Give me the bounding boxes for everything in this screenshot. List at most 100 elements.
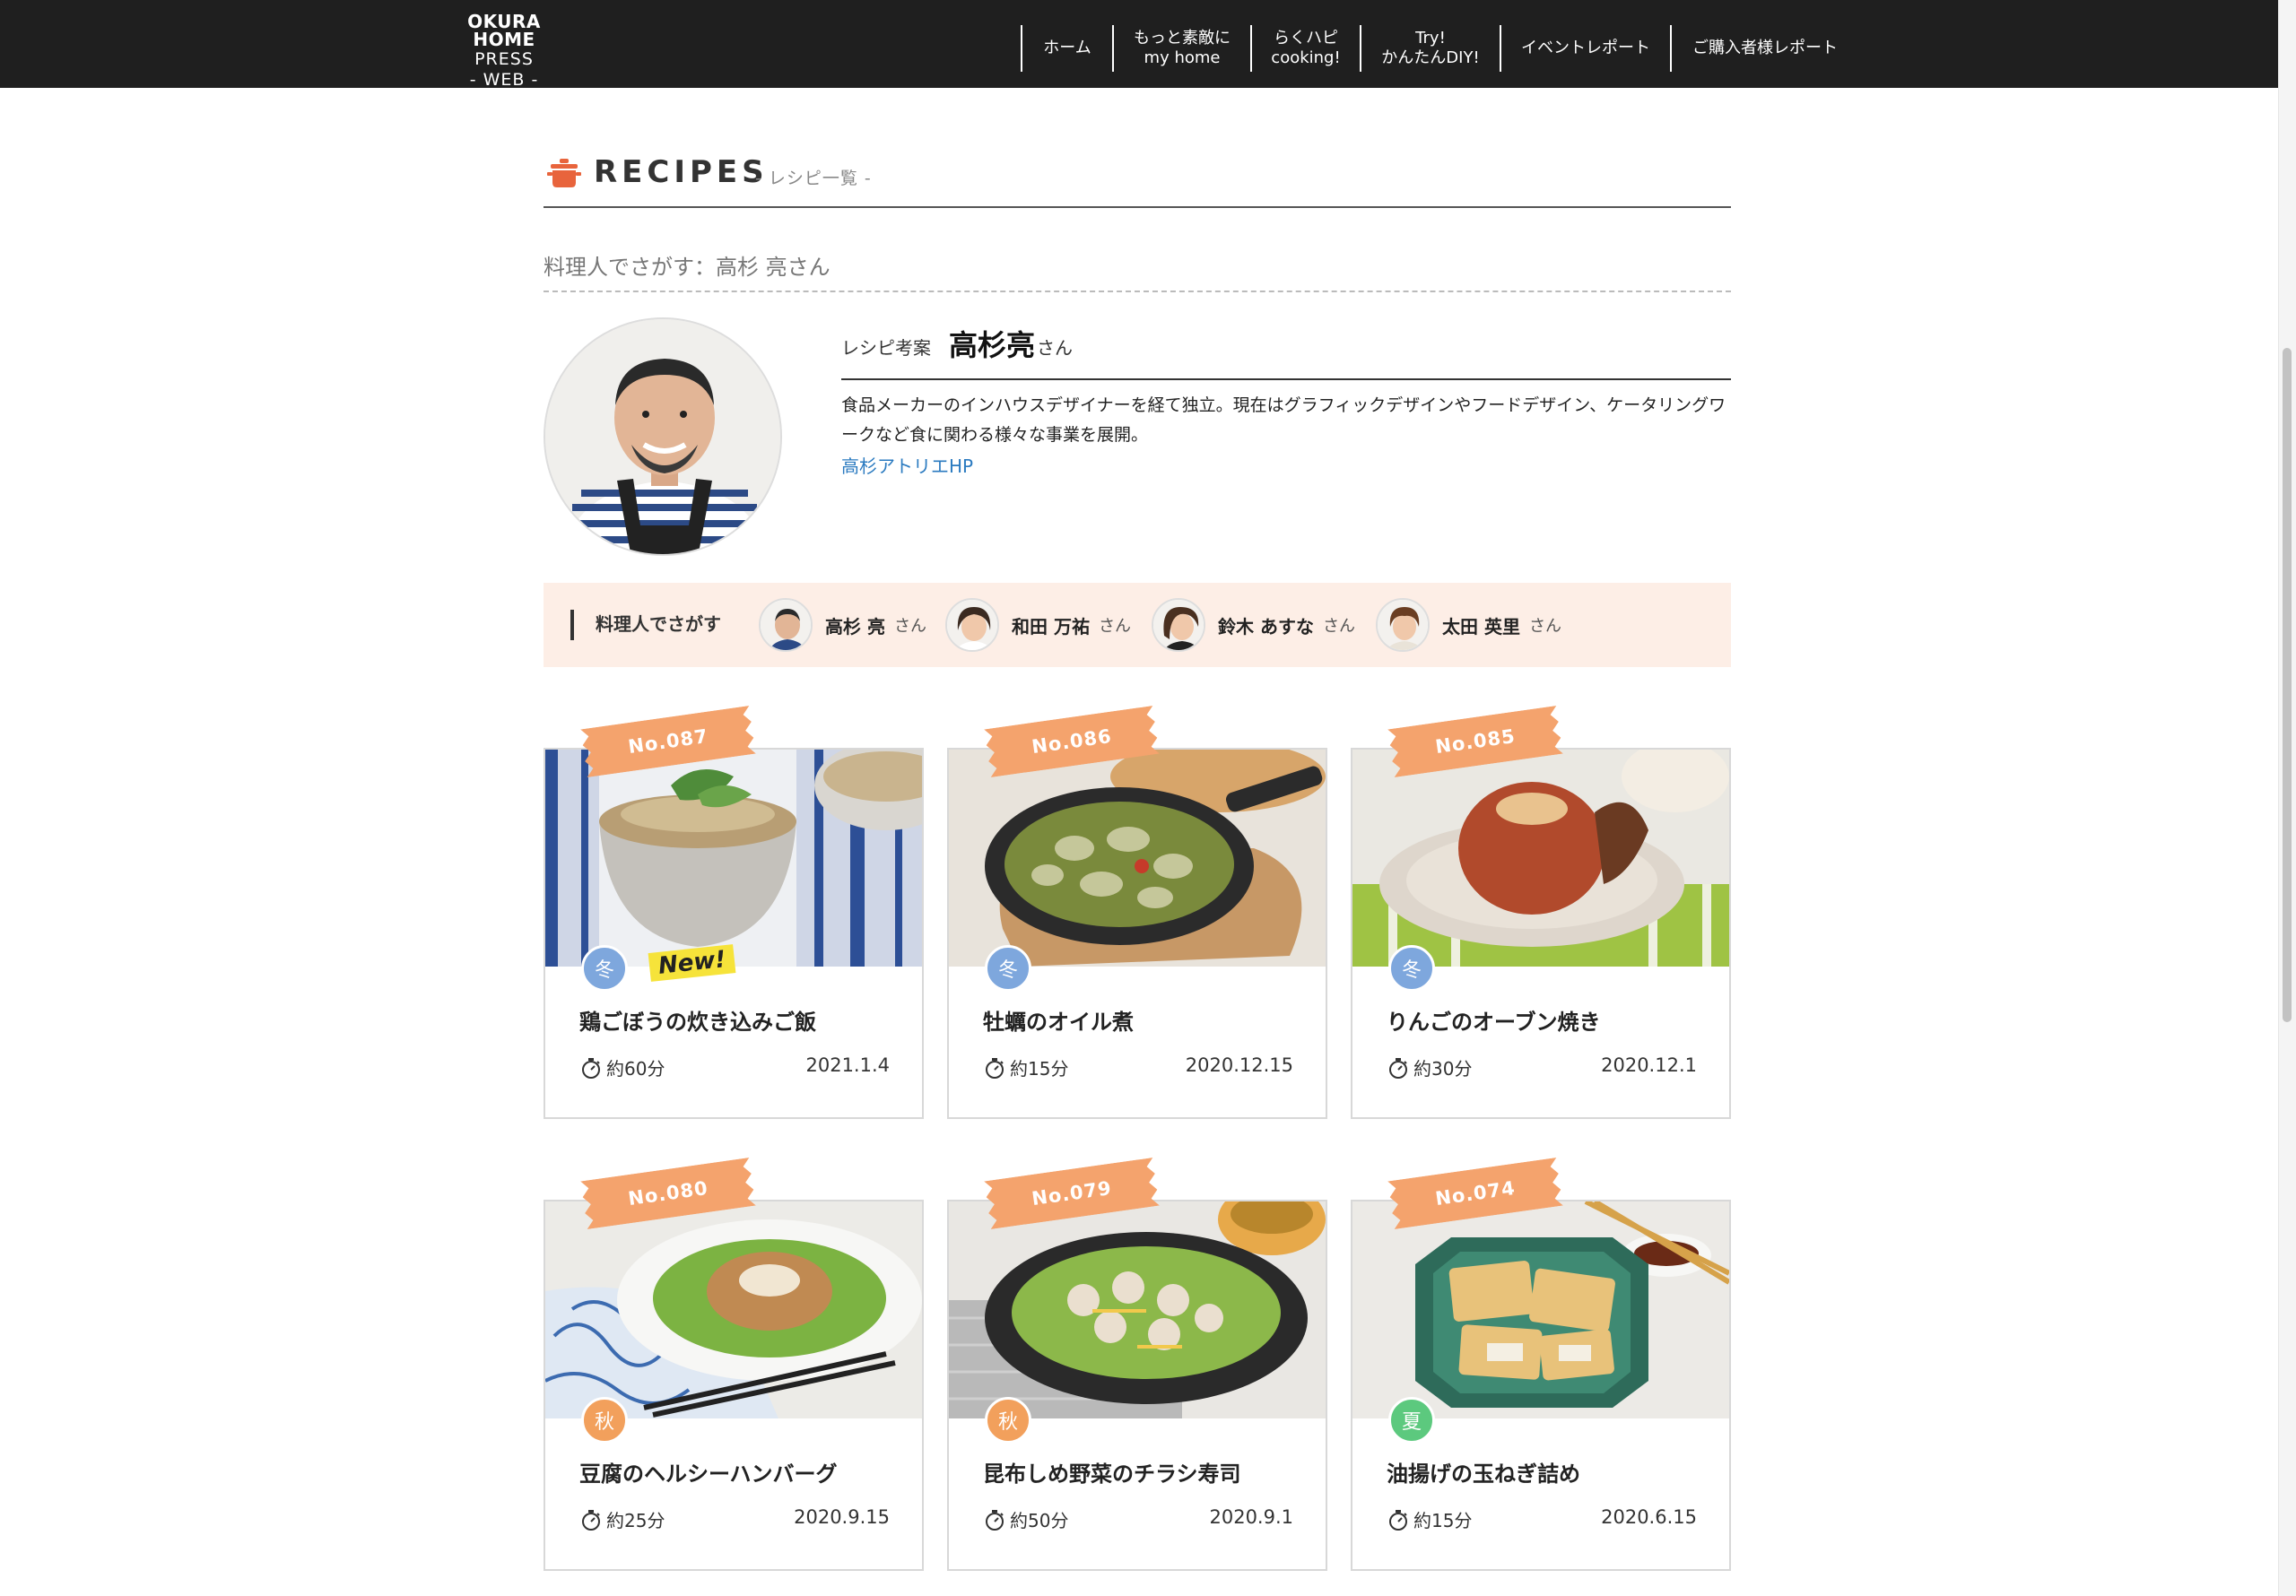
recipe-photo (1352, 1201, 1729, 1418)
atelier-homepage-link[interactable]: 高杉アトリエHP (841, 452, 973, 478)
cook-time-value: 約50分 (1010, 1510, 1069, 1531)
section-title: RECIPES (594, 154, 769, 190)
chef-name: 太田 英里 (1442, 615, 1520, 638)
cook-time: 約15分 (983, 1054, 1068, 1080)
search-label: 料理人でさがす：高杉 亮さん (544, 249, 1731, 292)
recipe-date: 2020.12.15 (1185, 1054, 1293, 1076)
chef-link-suzuki[interactable]: 鈴木 あすな さん (1152, 597, 1355, 653)
season-badge: 冬 (1388, 945, 1435, 992)
recipe-photo (1352, 750, 1729, 967)
nav-label: もっと素敵に (1134, 28, 1231, 48)
season-badge: 夏 (1388, 1397, 1435, 1444)
nav-item-cooking[interactable]: らくハピ cooking! (1250, 25, 1360, 72)
recipe-card[interactable]: No.080 秋 豆腐のヘルシーハンバーグ 約25分 2020.9.15 (544, 1158, 924, 1571)
nav-label: Try! (1415, 28, 1446, 48)
chef-honorific: さん (1098, 617, 1131, 636)
recipe-date: 2021.1.4 (805, 1054, 890, 1076)
chef-search-bar: 料理人でさがす 高杉 亮 さん 和田 万祐 さん 鈴木 あすな さん 太田 英里… (544, 583, 1731, 667)
pot-icon (547, 159, 581, 187)
cook-time: 約60分 (579, 1054, 665, 1080)
nav-item-home[interactable]: ホーム (1021, 25, 1112, 72)
stopwatch-icon (986, 1057, 1004, 1079)
recipe-title: 豆腐のヘルシーハンバーグ (579, 1462, 838, 1487)
nav-item-event-report[interactable]: イベントレポート (1500, 25, 1670, 72)
recipe-photo (949, 1201, 1326, 1418)
profile-name: 高杉亮 (949, 328, 1036, 362)
recipe-card[interactable]: No.087 冬 New! 鶏ごぼうの炊き込みご飯 約60分 2021.1.4 (544, 706, 924, 1119)
season-badge: 冬 (581, 945, 628, 992)
recipe-card[interactable]: No.085 冬 りんごのオーブン焼き 約30分 2020.12.1 (1351, 706, 1731, 1119)
profile-honorific: さん (1037, 337, 1073, 359)
stopwatch-icon (582, 1509, 600, 1531)
nav-label: らくハピ (1274, 28, 1338, 48)
recipe-photo (545, 1201, 922, 1418)
profile-name-row: レシピ考案 高杉亮 さん (841, 321, 1731, 380)
cook-time-value: 約60分 (606, 1058, 665, 1080)
cook-time: 約25分 (579, 1506, 665, 1532)
cook-time-value: 約15分 (1413, 1510, 1473, 1531)
recipe-card[interactable]: No.074 夏 油揚げの玉ねぎ詰め 約15分 2020.6.15 (1351, 1158, 1731, 1571)
recipe-title: 油揚げの玉ねぎ詰め (1387, 1462, 1580, 1487)
chef-link-wada[interactable]: 和田 万祐 さん (945, 597, 1131, 653)
recipe-date: 2020.9.1 (1209, 1506, 1293, 1528)
chef-avatar-small (759, 598, 813, 652)
nav-item-buyer-report[interactable]: ご購入者様レポート (1670, 25, 1858, 72)
chef-portrait (545, 319, 780, 554)
profile-role: レシピ考案 (841, 337, 931, 359)
nav-label-sub: my home (1144, 48, 1221, 67)
main-nav: ホーム もっと素敵に my home らくハピ cooking! Try! かんたんD… (1021, 25, 1858, 72)
nav-label-sub: cooking! (1271, 48, 1341, 67)
recipe-card[interactable]: No.086 冬 牡蠣のオイル煮 約15分 2020.12.15 (947, 706, 1327, 1119)
recipe-photo (949, 750, 1326, 967)
chef-name: 高杉 亮 (825, 615, 885, 638)
cook-time: 約15分 (1387, 1506, 1472, 1532)
site-header: OKURA HOME PRESS - WEB - ホーム もっと素敵に my ho… (0, 0, 2278, 89)
site-logo[interactable]: OKURA HOME PRESS - WEB - (434, 13, 574, 89)
label-marker (570, 610, 574, 640)
stopwatch-icon (986, 1509, 1004, 1531)
recipes-section-header: RECIPES - レシピ一覧 - (544, 152, 1731, 208)
cook-time-value: 約25分 (606, 1510, 665, 1531)
recipe-date: 2020.6.15 (1601, 1506, 1697, 1528)
season-badge: 冬 (985, 945, 1031, 992)
nav-item-my-home[interactable]: もっと素敵に my home (1112, 25, 1250, 72)
nav-label-sub: かんたんDIY! (1381, 48, 1480, 67)
season-badge: 秋 (985, 1397, 1031, 1444)
recipe-date: 2020.9.15 (794, 1506, 890, 1528)
chef-link-ota[interactable]: 太田 英里 さん (1376, 597, 1561, 653)
chef-honorific: さん (1322, 617, 1355, 636)
cook-time: 約30分 (1387, 1054, 1472, 1080)
chef-honorific: さん (893, 617, 926, 636)
chef-search-label: 料理人でさがす (596, 613, 721, 635)
recipe-title: りんごのオーブン焼き (1387, 1010, 1601, 1035)
recipe-title: 牡蠣のオイル煮 (983, 1010, 1134, 1035)
chef-avatar-small (945, 598, 999, 652)
cook-time-value: 約30分 (1413, 1058, 1473, 1080)
logo-line-3: - WEB - (469, 70, 539, 90)
chef-avatar-small (1376, 598, 1430, 652)
profile-description: 食品メーカーのインハウスデザイナーを経て独立。現在はグラフィックデザインやフード… (841, 395, 1726, 445)
stopwatch-icon (1389, 1509, 1407, 1531)
stopwatch-icon (582, 1057, 600, 1079)
chef-name: 和田 万祐 (1012, 615, 1090, 638)
section-subtitle: - レシピ一覧 - (755, 169, 872, 188)
logo-line-2: PRESS (474, 49, 534, 69)
chef-avatar (544, 317, 782, 556)
season-badge: 秋 (581, 1397, 628, 1444)
recipe-date: 2020.12.1 (1601, 1054, 1697, 1076)
chef-name: 鈴木 あすな (1218, 615, 1314, 638)
logo-line-1: OKURA HOME (467, 11, 541, 50)
chef-link-takasugi[interactable]: 高杉 亮 さん (759, 597, 926, 653)
cook-time: 約50分 (983, 1506, 1068, 1532)
recipe-card[interactable]: No.079 秋 昆布しめ野菜のチラシ寿司 約50分 2020.9.1 (947, 1158, 1327, 1571)
nav-label: イベントレポート (1521, 38, 1650, 57)
scrollbar-thumb[interactable] (2283, 348, 2292, 1022)
recipe-photo (545, 750, 922, 967)
nav-label: ご購入者様レポート (1692, 38, 1838, 57)
nav-item-diy[interactable]: Try! かんたんDIY! (1360, 25, 1500, 72)
cook-time-value: 約15分 (1010, 1058, 1069, 1080)
recipe-title: 鶏ごぼうの炊き込みご飯 (579, 1010, 816, 1035)
stopwatch-icon (1389, 1057, 1407, 1079)
nav-label: ホーム (1043, 38, 1091, 57)
chef-avatar-small (1152, 598, 1205, 652)
